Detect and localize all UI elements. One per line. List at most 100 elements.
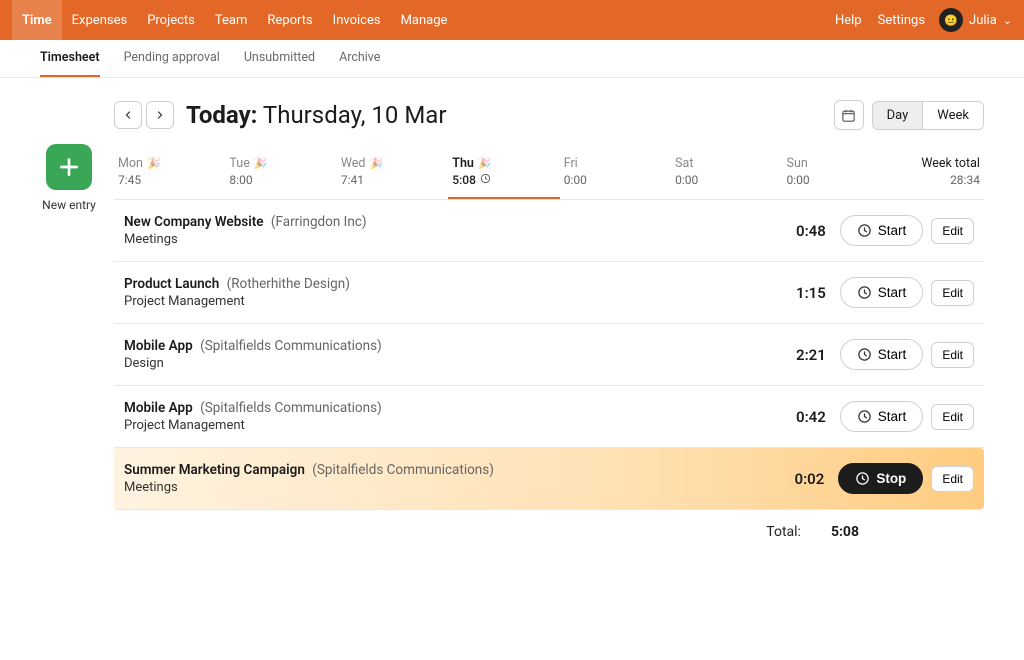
clock-icon [857,347,872,362]
entry-duration: 2:21 [786,346,826,364]
today-label: Today: [186,101,257,129]
help-link[interactable]: Help [827,13,870,28]
view-segment: Day Week [872,101,984,130]
subnav-timesheet[interactable]: Timesheet [40,40,100,77]
date-label: Thursday, 10 Mar [263,101,447,129]
entry-duration: 1:15 [786,284,826,302]
entry-project: New Company Website [124,214,264,230]
edit-button[interactable]: Edit [931,342,974,368]
start-button[interactable]: Start [840,339,924,370]
celebrate-icon: 🎉 [478,157,492,170]
action-label: Start [878,285,907,300]
new-entry-button[interactable] [46,144,92,190]
clock-icon [857,223,872,238]
nav-expenses[interactable]: Expenses [62,0,138,40]
celebrate-icon: 🎉 [369,157,383,170]
day-tue[interactable]: Tue🎉 8:00 [225,148,336,199]
edit-button[interactable]: Edit [931,280,974,306]
entry-duration: 0:02 [784,470,824,488]
subnav-pending-approval[interactable]: Pending approval [124,40,220,77]
entry-info: Summer Marketing Campaign (Spitalfields … [124,462,784,495]
entry-client: (Spitalfields Communications) [200,400,382,416]
day-name: Fri [564,156,667,171]
sub-navigation: Timesheet Pending approval Unsubmitted Arch… [0,40,1024,78]
entry-task: Design [124,356,786,371]
segment-day[interactable]: Day [873,102,923,129]
day-thu[interactable]: Thu🎉5:08 [448,148,559,199]
day-hours: 0:00 [675,173,778,187]
entry-client: (Spitalfields Communications) [312,462,494,478]
chevron-right-icon [154,109,166,121]
day-hours: 8:00 [229,173,332,187]
top-navigation: TimeExpensesProjectsTeamReportsInvoicesM… [0,0,1024,40]
week-total: Week total 28:34 [894,148,984,199]
total-label: Total: [766,524,801,540]
clock-icon [480,173,491,187]
chevron-left-icon [122,109,134,121]
page-title: Today: Thursday, 10 Mar [186,101,446,129]
entry-task: Project Management [124,294,786,309]
segment-week[interactable]: Week [922,102,983,129]
entry-project: Mobile App [124,338,193,354]
user-menu[interactable]: Julia ⌄ [969,13,1012,28]
calendar-icon [841,108,856,123]
entry-project: Product Launch [124,276,219,292]
action-label: Stop [876,471,906,486]
header-row: Today: Thursday, 10 Mar Day Week [114,100,984,130]
time-entry: Mobile App (Spitalfields Communications)… [114,324,984,386]
day-mon[interactable]: Mon🎉 7:45 [114,148,225,199]
day-wed[interactable]: Wed🎉7:41 [337,148,448,199]
total-row: Total: 5:08 [114,510,984,554]
action-label: Start [878,223,907,238]
entry-client: (Farringdon Inc) [271,214,367,230]
nav-team[interactable]: Team [205,0,258,40]
day-sat[interactable]: Sat 0:00 [671,148,782,199]
prev-day-button[interactable] [114,101,142,129]
total-value: 5:08 [831,524,859,540]
day-name: Mon🎉 [118,156,221,171]
nav-manage[interactable]: Manage [391,0,458,40]
nav-time[interactable]: Time [12,0,62,40]
day-sun[interactable]: Sun0:00 [783,148,894,199]
subnav-archive[interactable]: Archive [339,40,380,77]
clock-icon [857,285,872,300]
nav-invoices[interactable]: Invoices [323,0,391,40]
day-hours: 0:00 [564,173,667,187]
start-button[interactable]: Start [840,401,924,432]
entry-info: New Company Website (Farringdon Inc)Meet… [124,214,786,247]
week-total-label: Week total [898,156,980,171]
time-entry: Product Launch (Rotherhithe Design)Proje… [114,262,984,324]
start-button[interactable]: Start [840,277,924,308]
new-entry-label: New entry [42,198,96,212]
entry-client: (Spitalfields Communications) [200,338,382,354]
day-hours: 7:41 [341,173,444,187]
time-entry: Summer Marketing Campaign (Spitalfields … [114,448,984,510]
stop-button[interactable]: Stop [838,463,923,494]
nav-reports[interactable]: Reports [257,0,322,40]
chevron-down-icon: ⌄ [1003,14,1012,27]
start-button[interactable]: Start [840,215,924,246]
entry-info: Mobile App (Spitalfields Communications)… [124,338,786,371]
day-hours: 7:45 [118,173,221,187]
day-hours: 0:00 [787,173,890,187]
settings-link[interactable]: Settings [870,13,933,28]
entry-task: Project Management [124,418,786,433]
clock-icon [855,471,870,486]
week-total-value: 28:34 [898,173,980,187]
day-name: Tue🎉 [229,156,332,171]
entry-duration: 0:48 [786,222,826,240]
entry-project: Summer Marketing Campaign [124,462,305,478]
day-name: Sat [675,156,778,171]
avatar[interactable]: 😐 [939,8,963,32]
subnav-unsubmitted[interactable]: Unsubmitted [244,40,315,77]
next-day-button[interactable] [146,101,174,129]
nav-projects[interactable]: Projects [137,0,205,40]
edit-button[interactable]: Edit [931,404,974,430]
time-entry: New Company Website (Farringdon Inc)Meet… [114,200,984,262]
calendar-button[interactable] [834,100,864,130]
edit-button[interactable]: Edit [931,466,974,492]
edit-button[interactable]: Edit [931,218,974,244]
day-fri[interactable]: Fri 0:00 [560,148,671,199]
days-row: Mon🎉7:45Tue🎉8:00Wed🎉7:41Thu🎉5:08Fri0:00S… [114,148,984,200]
clock-icon [857,409,872,424]
